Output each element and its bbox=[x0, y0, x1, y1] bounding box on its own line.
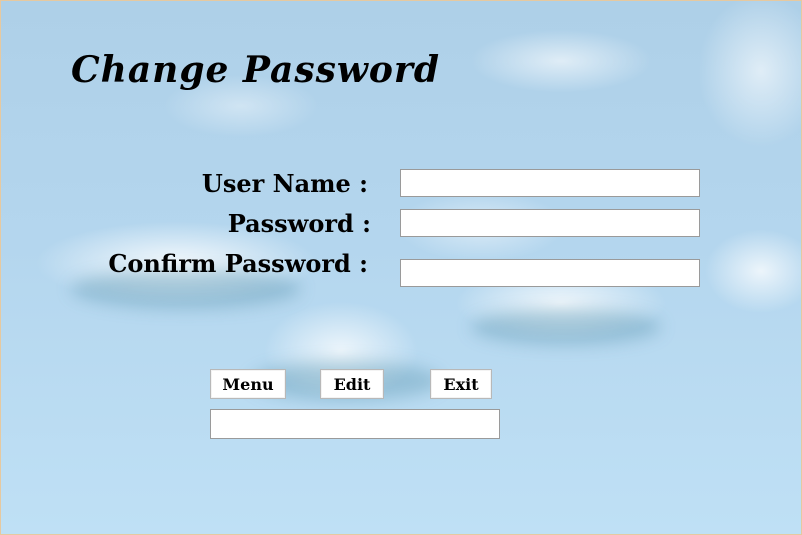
menu-button[interactable]: Menu bbox=[210, 369, 286, 399]
exit-button[interactable]: Exit bbox=[430, 369, 492, 399]
edit-button[interactable]: Edit bbox=[320, 369, 384, 399]
password-label: Password : bbox=[227, 209, 371, 238]
confirm-password-input[interactable] bbox=[400, 259, 700, 287]
user-name-input[interactable] bbox=[400, 169, 700, 197]
confirm-password-label: Confirm Password : bbox=[108, 249, 368, 278]
pill-decoration bbox=[471, 309, 661, 345]
user-name-label: User Name : bbox=[201, 169, 368, 198]
status-field[interactable] bbox=[210, 409, 500, 439]
password-input[interactable] bbox=[400, 209, 700, 237]
change-password-window: Change Password User Name : Password : C… bbox=[0, 0, 802, 535]
page-title: Change Password bbox=[71, 49, 441, 91]
